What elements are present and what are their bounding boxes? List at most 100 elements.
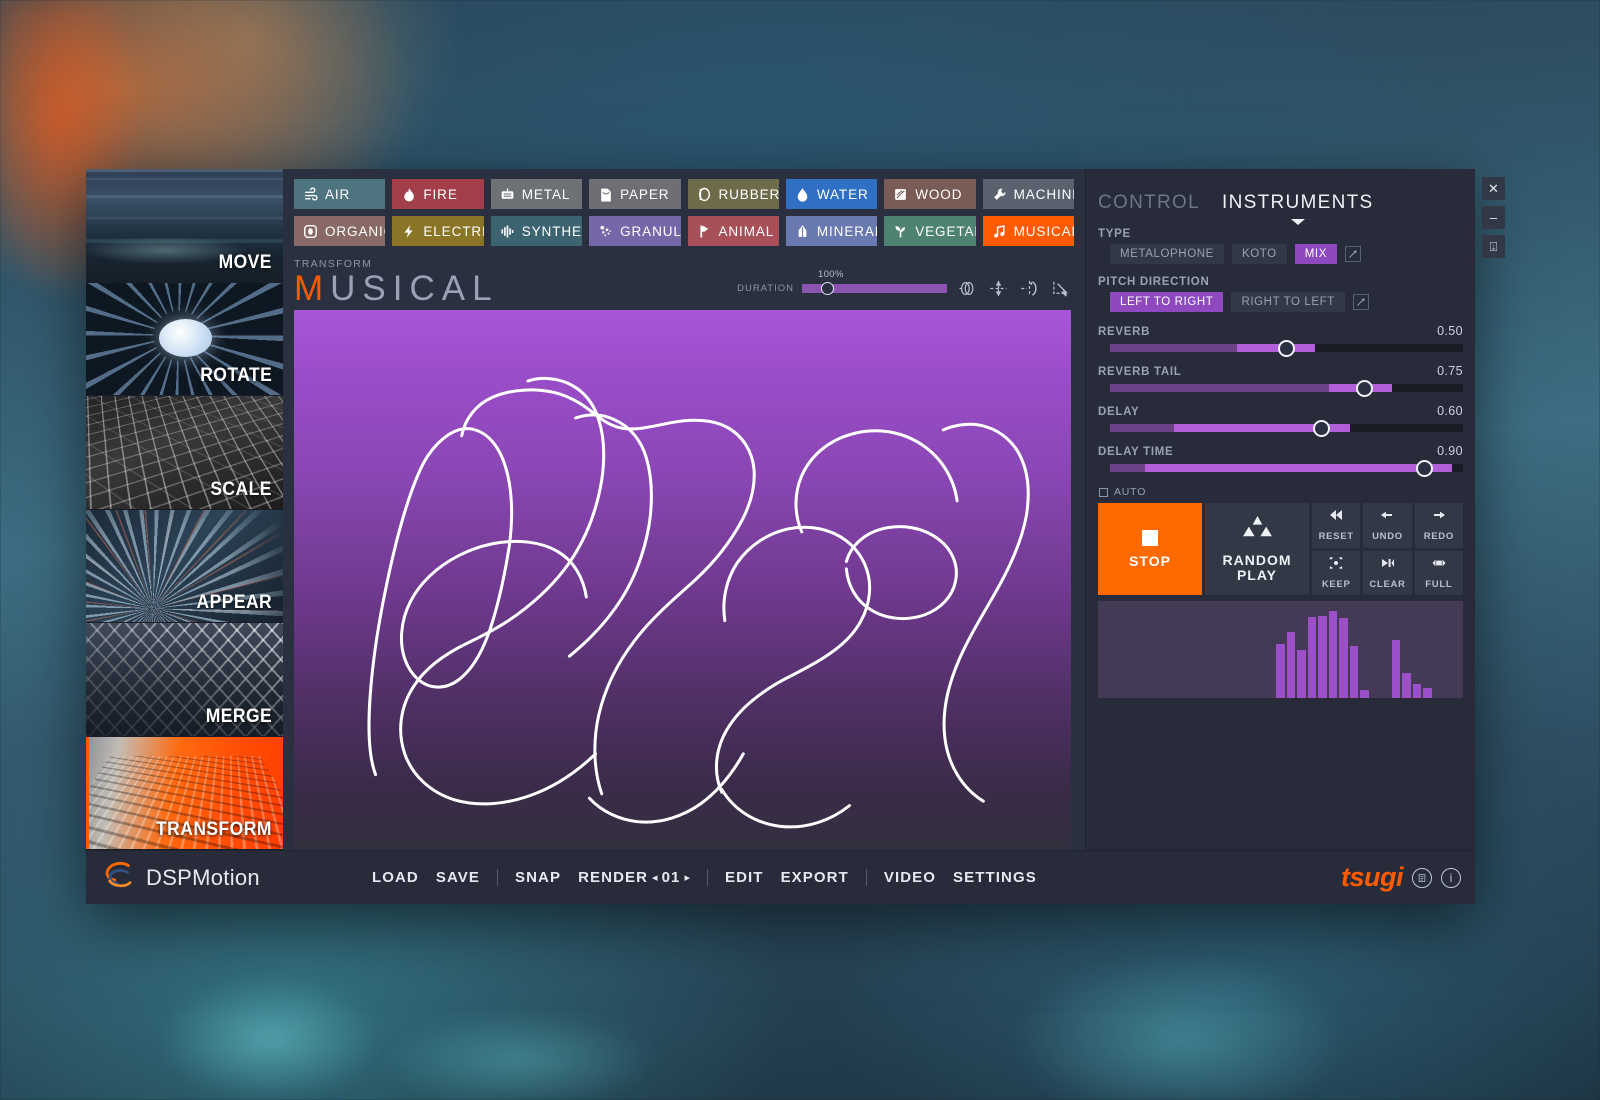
category-metal[interactable]: METAL (490, 179, 583, 209)
slider-knob[interactable] (1415, 459, 1433, 477)
pitch-direction-options: LEFT TO RIGHT RIGHT TO LEFT (1098, 292, 1463, 312)
slider-track[interactable] (1110, 339, 1463, 357)
category-vegetal[interactable]: VEGETAL (884, 216, 976, 246)
drawing-canvas[interactable] (294, 310, 1071, 850)
sidebar-item-label: SCALE (210, 478, 272, 500)
slider-knob[interactable] (1278, 339, 1295, 357)
pitch-option-right-to-left[interactable]: RIGHT TO LEFT (1231, 292, 1345, 312)
pitch-option-left-to-right[interactable]: LEFT TO RIGHT (1110, 292, 1224, 312)
category-paper[interactable]: PAPER (589, 179, 681, 209)
slider-reverb-tail[interactable]: REVERB TAIL 0.75 (1098, 364, 1463, 397)
category-water[interactable]: WATER (785, 179, 878, 209)
category-granular[interactable]: GRANULAR (589, 216, 681, 246)
air-icon (303, 186, 318, 202)
type-option-metalophone[interactable]: METALOPHONE (1110, 244, 1224, 264)
sidebar-item-appear[interactable]: APPEAR (86, 509, 283, 623)
slider-fill-dark (1110, 424, 1174, 432)
slider-knob[interactable] (1355, 379, 1373, 397)
tab-instruments[interactable]: INSTRUMENTS (1222, 192, 1374, 216)
tsugi-logo: tsugi (1341, 862, 1404, 892)
pin-icon[interactable]: ⍗ (1482, 235, 1505, 258)
menu-divider (707, 869, 708, 886)
loop-icon[interactable] (956, 277, 978, 299)
category-electric[interactable]: ELECTRIC (392, 216, 484, 246)
category-rubber[interactable]: RUBBER (687, 179, 779, 209)
slider-track[interactable] (1110, 419, 1463, 437)
category-label: ANIMAL (718, 223, 775, 239)
slider-knob[interactable] (1313, 419, 1331, 437)
sidebar-item-scale[interactable]: SCALE (86, 396, 283, 510)
menu-snap[interactable]: SNAP (515, 869, 561, 886)
category-mineral[interactable]: MINERAL (785, 216, 878, 246)
slider-track[interactable] (1110, 379, 1463, 397)
category-machine[interactable]: MACHINE (982, 179, 1074, 209)
menu-edit[interactable]: EDIT (725, 869, 764, 886)
arrow-right-icon (1431, 508, 1447, 527)
menu-save[interactable]: SAVE (436, 869, 480, 886)
sidebar-item-rotate[interactable]: ROTATE (86, 282, 283, 396)
stop-button[interactable]: STOP (1098, 503, 1202, 595)
type-option-mix[interactable]: MIX (1294, 244, 1337, 264)
spectrum-bar (1307, 616, 1317, 698)
crop-icon[interactable] (1049, 277, 1071, 299)
render-next-arrow-icon[interactable]: ▸ (684, 871, 690, 884)
minimize-icon[interactable]: ‒ (1482, 206, 1505, 229)
menu-divider (865, 869, 867, 886)
keep-button[interactable]: KEEP (1312, 550, 1361, 595)
type-randomize-icon[interactable] (1344, 246, 1361, 262)
duration-track[interactable]: 100% (802, 269, 947, 295)
redo-button[interactable]: REDO (1414, 503, 1463, 548)
spectrum-bar (1402, 672, 1411, 698)
mini-button-label: REDO (1423, 531, 1454, 543)
category-organic[interactable]: ORGANIC (294, 216, 386, 246)
mirror-vertical-icon[interactable] (987, 277, 1009, 299)
render-value: 01 (661, 869, 681, 886)
auto-checkbox-box[interactable] (1099, 487, 1108, 497)
close-icon[interactable]: ✕ (1482, 177, 1505, 200)
menu-settings[interactable]: SETTINGS (953, 869, 1037, 886)
type-option-koto[interactable]: KOTO (1231, 244, 1287, 264)
undo-button[interactable]: UNDO (1363, 503, 1412, 548)
full-icon (1431, 556, 1447, 575)
pitch-randomize-icon[interactable] (1352, 294, 1369, 310)
slider-reverb[interactable]: REVERB 0.50 (1098, 324, 1463, 357)
reset-button[interactable]: RESET (1312, 503, 1361, 548)
category-fire[interactable]: FIRE (392, 179, 484, 209)
menu-load[interactable]: LOAD (372, 869, 419, 886)
spectrum-bar (1276, 643, 1285, 698)
drawing-strokes (294, 310, 1071, 850)
mini-button-grid: RESET UNDO REDO KEEP CLEAR FULL (1312, 503, 1463, 595)
paper-icon (598, 187, 613, 202)
render-prev-arrow-icon[interactable]: ◂ (652, 871, 658, 884)
clear-button[interactable]: CLEAR (1363, 550, 1412, 595)
sidebar-item-move[interactable]: MOVE (86, 169, 283, 283)
duration-slider[interactable]: DURATION 100% (737, 269, 947, 295)
slider-track[interactable] (1110, 459, 1463, 477)
category-animal[interactable]: ANIMAL (687, 216, 779, 246)
menu-export[interactable]: EXPORT (781, 869, 849, 886)
category-wood[interactable]: WOOD (884, 179, 976, 209)
slider-delay-time[interactable]: DELAY TIME 0.90 (1098, 444, 1463, 477)
category-grid: AIR FIRE METAL PAPER RUBBER WATER WOOD MACHINE O… (283, 169, 1085, 252)
sidebar-item-label: TRANSFORM (156, 819, 272, 840)
category-label: VEGETAL (915, 223, 975, 239)
canvas-stroke (796, 431, 957, 532)
category-synthetic[interactable]: SYNTHETIC (490, 216, 583, 246)
info-icon[interactable]: i (1441, 867, 1461, 888)
category-air[interactable]: AIR (294, 179, 386, 209)
category-musical[interactable]: MUSICAL (982, 216, 1074, 246)
menu-video[interactable]: VIDEO (884, 869, 936, 886)
sidebar-item-transform[interactable]: TRANSFORM (86, 736, 283, 850)
app-body: MOVE ROTATE SCALE APPEAR MERGE TRANSFORM AIR F… (86, 169, 1475, 850)
duration-knob[interactable] (820, 281, 834, 295)
mirror-horizontal-icon[interactable] (1018, 277, 1040, 299)
menu-render[interactable]: RENDER ◂ 01 ▸ (578, 869, 690, 886)
category-label: ORGANIC (325, 223, 385, 239)
tab-control[interactable]: CONTROL (1098, 192, 1200, 216)
sidebar-item-merge[interactable]: MERGE (86, 623, 283, 737)
auto-checkbox[interactable]: AUTO (1099, 486, 1463, 498)
random-play-button[interactable]: RANDOM PLAY (1205, 503, 1309, 595)
document-icon[interactable] (1412, 867, 1432, 888)
full-button[interactable]: FULL (1414, 550, 1463, 595)
slider-delay[interactable]: DELAY 0.60 (1098, 404, 1463, 437)
